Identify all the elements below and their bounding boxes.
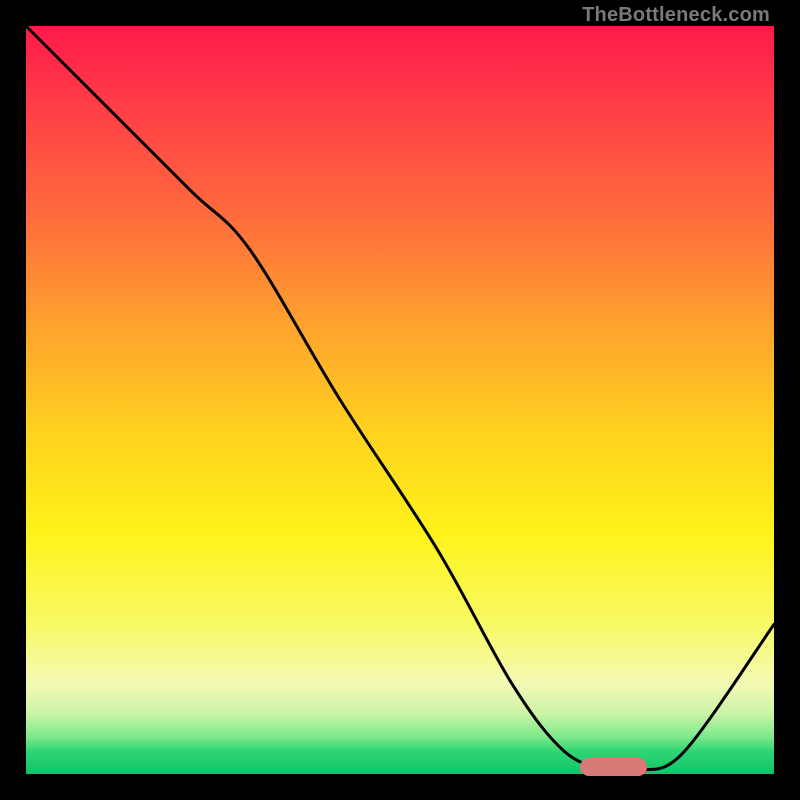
bottleneck-curve bbox=[26, 26, 774, 774]
optimum-marker bbox=[580, 758, 647, 776]
plot-area bbox=[26, 26, 774, 774]
watermark-text: TheBottleneck.com bbox=[582, 4, 770, 27]
chart-frame: TheBottleneck.com bbox=[0, 0, 800, 800]
